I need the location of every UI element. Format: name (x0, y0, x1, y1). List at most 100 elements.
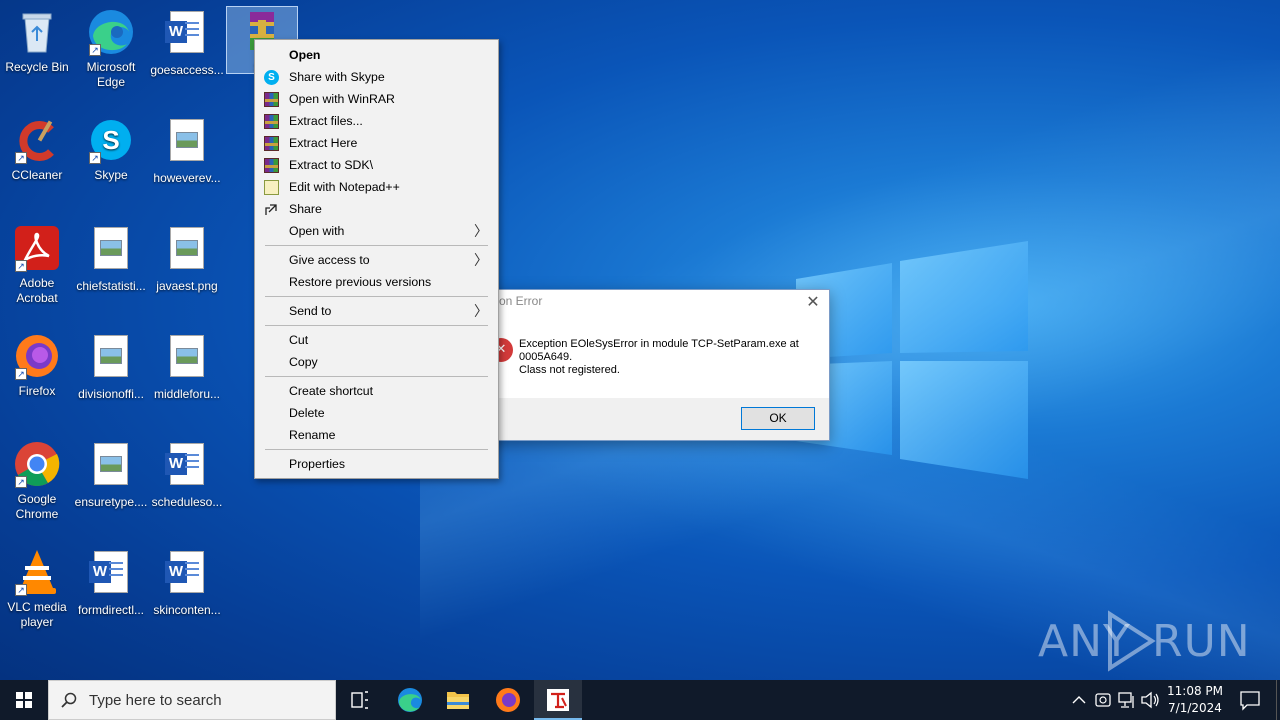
menu-item-label: Create shortcut (289, 384, 374, 398)
taskbar-app-firefox[interactable] (484, 680, 532, 720)
shortcut-arrow-icon: ↗ (15, 584, 27, 596)
search-icon (61, 692, 77, 708)
taskbar-app-tcp-setparam[interactable] (534, 680, 582, 720)
edge-icon: ↗ (87, 8, 135, 56)
menu-item-extract-to-sdk[interactable]: Extract to SDK\ (255, 154, 498, 176)
ccleaner-icon: ↗ (13, 116, 61, 164)
recycle-bin-icon (13, 8, 61, 56)
chrome-icon: ↗ (13, 440, 61, 488)
menu-item-restore-previous-versions[interactable]: Restore previous versions (255, 271, 498, 293)
taskbar-clock[interactable]: 11:08 PM 7/1/2024 (1160, 683, 1230, 717)
menu-item-open-with[interactable]: Open with 〉 (255, 220, 498, 242)
task-view-button[interactable] (336, 680, 384, 720)
menu-item-edit-with-notepadpp[interactable]: Edit with Notepad++ (255, 176, 498, 198)
menu-item-label: Extract files... (289, 114, 363, 128)
desktop-icon-skype[interactable]: S ↗ Skype (74, 116, 148, 183)
menu-item-rename[interactable]: Rename (255, 424, 498, 446)
image-file-icon (163, 227, 211, 275)
desktop-icon-vlc[interactable]: ↗ VLC media player (0, 548, 74, 630)
desktop-icon-chiefstatisti[interactable]: chiefstatisti... (74, 224, 148, 294)
file-explorer-icon (447, 692, 469, 709)
menu-item-label: Send to (289, 304, 332, 318)
menu-item-properties[interactable]: Properties (255, 453, 498, 475)
taskbar-app-edge[interactable] (386, 680, 434, 720)
menu-item-delete[interactable]: Delete (255, 402, 498, 424)
desktop-icon-javaest[interactable]: javaest.png (150, 224, 224, 294)
menu-item-open-with-winrar[interactable]: Open with WinRAR (255, 88, 498, 110)
show-desktop-button[interactable] (1276, 680, 1280, 720)
firefox-icon: ↗ (13, 332, 61, 380)
icon-label: middleforu... (153, 387, 221, 401)
desktop-icon-firefox[interactable]: ↗ Firefox (0, 332, 74, 399)
shortcut-arrow-icon: ↗ (89, 152, 101, 164)
context-menu: Open S Share with Skype Open with WinRAR … (254, 39, 499, 479)
image-file-icon (87, 335, 135, 383)
edge-icon (398, 688, 422, 712)
play-logo-icon (1108, 610, 1156, 672)
menu-item-label: Extract to SDK\ (289, 158, 374, 172)
tray-volume[interactable] (1139, 680, 1161, 720)
vlc-icon: ↗ (13, 548, 61, 596)
menu-item-create-shortcut[interactable]: Create shortcut (255, 380, 498, 402)
menu-item-send-to[interactable]: Send to 〉 (255, 300, 498, 322)
icon-label: chiefstatisti... (76, 279, 146, 293)
menu-item-share-with-skype[interactable]: S Share with Skype (255, 66, 498, 88)
desktop-icon-divisionoffi[interactable]: divisionoffi... (74, 332, 148, 402)
chevron-right-icon: 〉 (474, 303, 488, 319)
skype-icon: S ↗ (87, 116, 135, 164)
desktop-icon-recycle-bin[interactable]: Recycle Bin (0, 8, 74, 75)
desktop-icon-adobe-acrobat[interactable]: ↗ Adobe Acrobat (0, 224, 74, 306)
icon-label: formdirectl... (77, 603, 144, 617)
icon-label: VLC media player (7, 600, 67, 629)
menu-item-open[interactable]: Open (255, 44, 498, 66)
chevron-right-icon: 〉 (474, 252, 488, 268)
notification-center-button[interactable] (1230, 680, 1270, 720)
desktop-icon-ccleaner[interactable]: ↗ CCleaner (0, 116, 74, 183)
menu-item-share[interactable]: Share (255, 198, 498, 220)
menu-item-copy[interactable]: Copy (255, 351, 498, 373)
ok-button[interactable]: OK (741, 407, 815, 430)
desktop-icon-howeverev[interactable]: howeverev... (150, 116, 224, 186)
menu-item-label: Open with (289, 224, 345, 238)
desktop-icon-scheduleso[interactable]: W scheduleso... (150, 440, 224, 510)
menu-item-give-access-to[interactable]: Give access to 〉 (255, 249, 498, 271)
tray-overflow-button[interactable] (1068, 680, 1090, 720)
message-line: 0005A649. (519, 351, 573, 363)
tray-network[interactable] (1116, 680, 1138, 720)
desktop-icon-microsoft-edge[interactable]: ↗ Microsoft Edge (74, 8, 148, 90)
icon-label: Firefox (18, 384, 56, 398)
menu-item-extract-here[interactable]: Extract Here (255, 132, 498, 154)
desktop-icon-formdirectl[interactable]: W formdirectl... (74, 548, 148, 618)
desktop-icon-ensuretype[interactable]: ensuretype.... (74, 440, 148, 510)
word-doc-icon: W (163, 443, 211, 491)
desktop-icon-middleforu[interactable]: middleforu... (150, 332, 224, 402)
desktop-icon-goesaccess[interactable]: W goesaccess... (150, 8, 224, 78)
windows-start-icon (16, 692, 32, 708)
network-icon (1118, 692, 1134, 708)
taskbar-search-box[interactable]: Type here to search (48, 680, 336, 720)
winrar-icon (264, 92, 279, 107)
menu-item-cut[interactable]: Cut (255, 329, 498, 351)
menu-item-label: Delete (289, 406, 325, 420)
icon-label: javaest.png (156, 279, 218, 293)
menu-item-label: Open (289, 48, 321, 62)
menu-item-label: Cut (289, 333, 309, 347)
start-button[interactable] (0, 680, 48, 720)
winrar-icon (264, 158, 279, 173)
icon-label: Google Chrome (15, 492, 59, 521)
close-icon[interactable]: ✕ (803, 292, 823, 312)
menu-item-extract-files[interactable]: Extract files... (255, 110, 498, 132)
tray-meet-now[interactable] (1092, 680, 1114, 720)
word-doc-icon: W (163, 11, 211, 59)
share-icon (265, 204, 277, 215)
menu-item-label: Properties (289, 457, 346, 471)
menu-item-label: Open with WinRAR (289, 92, 395, 106)
icon-label: ensuretype.... (74, 495, 148, 509)
menu-item-label: Share with Skype (289, 70, 385, 84)
desktop-icon-skinconten[interactable]: W skinconten... (150, 548, 224, 618)
menu-separator (265, 296, 488, 297)
taskbar-app-file-explorer[interactable] (434, 680, 482, 720)
menu-separator (265, 325, 488, 326)
dialog-message: Exception EOleSysError in module TCP-Set… (519, 338, 819, 377)
desktop-icon-google-chrome[interactable]: ↗ Google Chrome (0, 440, 74, 522)
